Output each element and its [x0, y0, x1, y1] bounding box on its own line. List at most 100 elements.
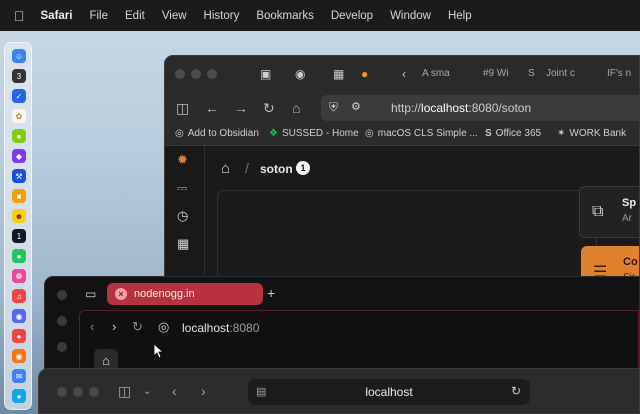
mail-icon[interactable]: ✉ — [12, 369, 26, 383]
zoom-window-button[interactable] — [207, 69, 217, 79]
breadcrumb-separator: / — [245, 160, 249, 176]
url-text: http://localhost:8080/soton — [391, 101, 531, 115]
globe-icon: ◎ — [365, 128, 374, 139]
clock-icon[interactable]: ◷ — [177, 208, 188, 224]
url-host: localhost — [421, 101, 469, 115]
back-chevron-icon[interactable]: ‹ — [172, 383, 177, 399]
app-orange-icon[interactable]: ■ — [12, 189, 26, 203]
menu-bar:  Safari File Edit View History Bookmark… — [0, 0, 640, 31]
tab-2[interactable]: #9 Wi — [483, 68, 509, 79]
menu-help[interactable]: Help — [448, 10, 472, 22]
finder-icon[interactable]: ☺ — [12, 49, 26, 63]
calendar-icon[interactable]: 3 — [12, 69, 26, 83]
zoom-window-button[interactable] — [89, 387, 99, 397]
bookmark-label: Office 365 — [495, 128, 542, 139]
tab-3-s-icon[interactable]: S — [528, 68, 535, 79]
bookmarks-bar: ◎ Add to Obsidian ❖ SUSSED - Home ◎ macOS C… — [165, 124, 639, 146]
menu-develop[interactable]: Develop — [331, 10, 373, 22]
permissions-icon[interactable]: ⚙ — [351, 100, 361, 113]
address-bar[interactable]: ▤ localhost ↻ — [248, 379, 530, 405]
tab-1[interactable]: A sma — [422, 68, 450, 79]
address-text: localhost — [365, 385, 413, 399]
globe-icon: ◎ — [175, 128, 184, 139]
forward-arrow-icon[interactable]: → — [234, 100, 248, 116]
sidebar-toggle-icon[interactable]: ◫ — [176, 100, 189, 117]
bookmark-label: Add to Obsidian — [187, 128, 259, 139]
bookmark-macos-cls[interactable]: ◎ macOS CLS Simple ... — [365, 128, 478, 139]
app-green-icon[interactable]: ● — [12, 129, 26, 143]
tab-scroll-left-icon[interactable]: ‹ — [402, 67, 406, 81]
menu-app-safari[interactable]: Safari — [41, 10, 73, 22]
bookmark-obsidian[interactable]: ◎ Add to Obsidian — [175, 128, 259, 139]
photos-icon[interactable]: ❁ — [12, 269, 26, 283]
forward-chevron-icon[interactable]: › — [112, 319, 116, 334]
xcode-icon[interactable]: ⚒ — [12, 169, 26, 183]
count-badge: 1 — [296, 161, 310, 175]
app-red-icon[interactable]: ● — [12, 329, 26, 343]
close-window-button[interactable] — [57, 387, 67, 397]
pinned-tab-2-icon[interactable]: ● — [361, 67, 368, 81]
new-tab-plus-icon[interactable]: + — [267, 285, 275, 301]
bookmark-office365[interactable]: S Office 365 — [485, 128, 541, 139]
tab-nodenogg[interactable]: × nodenogg.in — [107, 283, 263, 305]
onepassword-icon[interactable]: 1 — [12, 229, 26, 243]
close-window-button[interactable] — [57, 290, 67, 300]
obsidian-icon[interactable]: ◆ — [12, 149, 26, 163]
tab-title: nodenogg.in — [134, 288, 195, 300]
forward-chevron-icon[interactable]: › — [201, 383, 206, 399]
zoom-window-button[interactable] — [57, 342, 67, 352]
github-icon[interactable]: ◉ — [295, 67, 305, 81]
chevron-down-icon[interactable]: ⌄ — [143, 386, 151, 397]
dock: ☺ 3 ✓ ✿ ● ◆ ⚒ ■ ☻ 1 ● ❁ ♫ ◉ ● ◉ ✉ ● — [4, 42, 32, 410]
menu-view[interactable]: View — [162, 10, 187, 22]
close-window-button[interactable] — [175, 69, 185, 79]
tasks-icon[interactable]: ✓ — [12, 89, 26, 103]
star-icon: ✶ — [557, 128, 566, 139]
menu-edit[interactable]: Edit — [125, 10, 145, 22]
chat-icon[interactable]: ● — [12, 389, 26, 403]
layout-icon[interactable]: ▦ — [177, 236, 189, 252]
discord-icon[interactable]: ◉ — [12, 309, 26, 323]
view-card-spatial[interactable]: ⧉ Sp Ar — [579, 186, 639, 238]
reload-icon[interactable]: ↻ — [132, 319, 143, 335]
back-chevron-icon[interactable]: ‹ — [90, 319, 94, 334]
card-title: Sp — [622, 197, 637, 209]
spatial-view-icon: ⧉ — [592, 203, 604, 220]
url-bar[interactable]: ⛨ ⚙ http://localhost:8080/soton — [321, 95, 639, 121]
pinned-tab-icon[interactable]: ▦ — [333, 67, 344, 81]
tab-3[interactable]: Joint c — [546, 68, 575, 79]
menu-file[interactable]: File — [89, 10, 108, 22]
minimize-window-button[interactable] — [73, 387, 83, 397]
bookmark-work-bank[interactable]: ✶ WORK Bank — [557, 128, 626, 139]
url-field[interactable]: localhost:8080 — [182, 321, 259, 335]
menu-window[interactable]: Window — [390, 10, 431, 22]
firefox-icon[interactable]: ◉ — [12, 349, 26, 363]
logo-icon[interactable]: ✹ — [177, 152, 188, 168]
breadcrumb-home-icon[interactable]: ⌂ — [221, 160, 230, 177]
tab-overview-icon[interactable]: ▣ — [260, 67, 271, 81]
sidebar-toggle-icon[interactable]: ◫ — [118, 383, 131, 400]
app-yellow-icon[interactable]: ☻ — [12, 209, 26, 223]
menu-history[interactable]: History — [204, 10, 240, 22]
music-icon[interactable]: ♫ — [12, 289, 26, 303]
tab-bar: ▣ ◉ ▦ ● ‹ A sma #9 Wi S Joint c IF's n — [165, 56, 639, 92]
minimize-window-button[interactable] — [191, 69, 201, 79]
tab-4[interactable]: IF's n — [607, 68, 631, 79]
nav-bar: ◫ ← → ↻ ⌂ ⛨ ⚙ http://localhost:8080/soto… — [165, 92, 639, 124]
apple-logo-icon[interactable]:  — [14, 8, 25, 24]
url-host: localhost — [182, 321, 230, 335]
reload-icon[interactable]: ↻ — [511, 384, 521, 398]
vr-mode-icon[interactable]: ▭ — [85, 287, 96, 301]
tab-close-icon[interactable]: × — [115, 288, 127, 300]
bookmark-label: macOS CLS Simple ... — [377, 128, 478, 139]
menu-bookmarks[interactable]: Bookmarks — [256, 10, 314, 22]
butterfly-icon[interactable]: ✿ — [12, 109, 26, 123]
reload-icon[interactable]: ↻ — [263, 100, 275, 117]
messages-icon[interactable]: ● — [12, 249, 26, 263]
home-icon[interactable]: ⌂ — [292, 100, 300, 116]
bookmark-label: SUSSED - Home — [281, 128, 359, 139]
minimize-window-button[interactable] — [57, 316, 67, 326]
export-icon[interactable]: ⎓ — [177, 180, 187, 196]
back-arrow-icon[interactable]: ← — [205, 100, 219, 116]
bookmark-sussed[interactable]: ❖ SUSSED - Home — [269, 128, 359, 139]
